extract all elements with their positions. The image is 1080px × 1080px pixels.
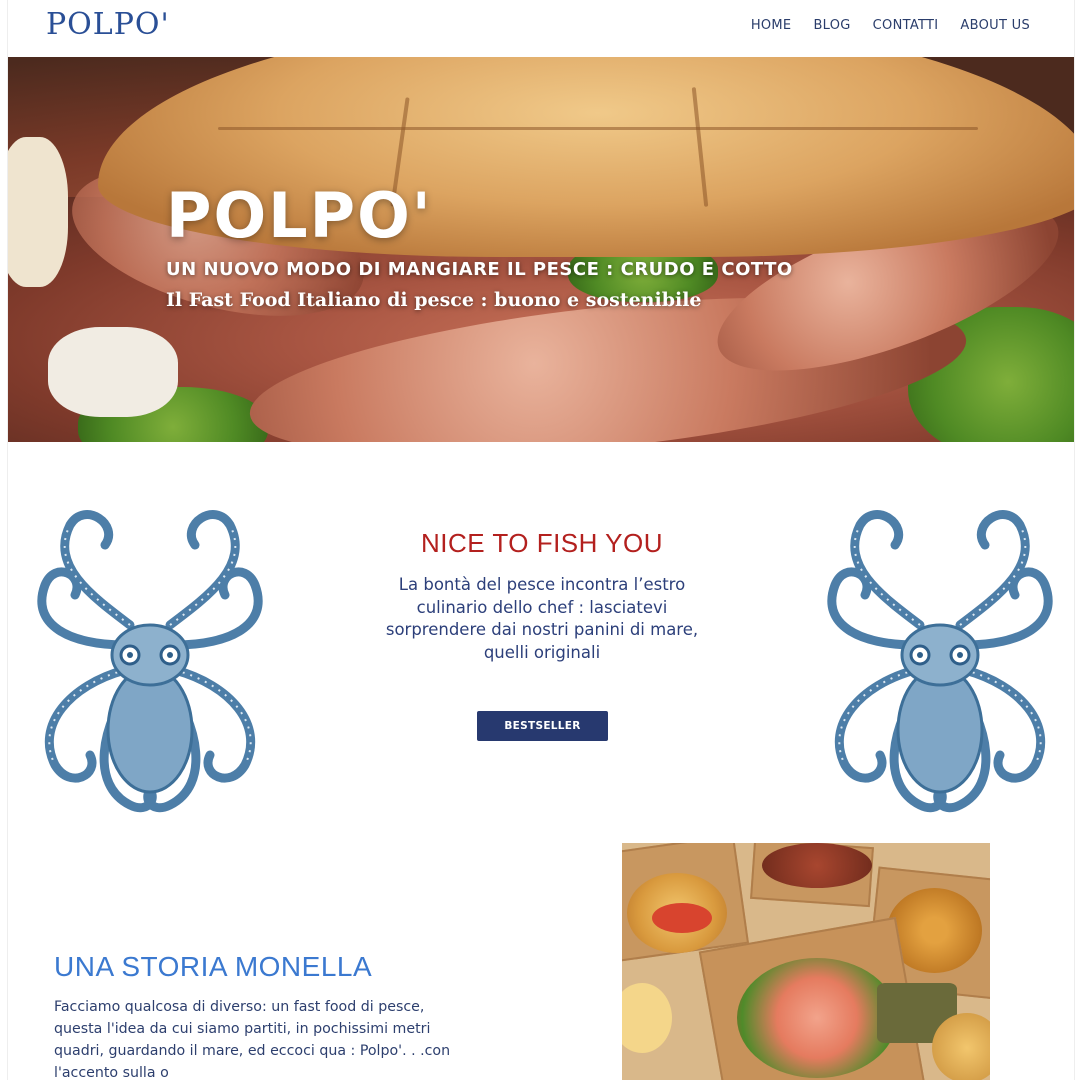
story-text: Facciamo qualcosa di diverso: un fast fo… <box>54 996 474 1080</box>
food-photo <box>622 843 990 1080</box>
octopus-illustration-icon <box>827 510 1053 812</box>
story-text-line: l'accento sulla o <box>54 1065 169 1080</box>
page-frame: POLPO' HOME BLOG CONTATTI ABOUT US POLPO… <box>7 0 1075 1080</box>
main-nav: HOME BLOG CONTATTI ABOUT US <box>751 18 1030 33</box>
story-text-line: questa l'idea da cui siamo partiti, in p… <box>54 1021 431 1037</box>
intro-title: NICE TO FISH YOU <box>420 528 664 558</box>
intro-text-line: La bontà del pesce incontra l’estro <box>398 575 686 594</box>
hero-image-cheese <box>8 137 68 287</box>
hero-image-cheese <box>48 327 178 417</box>
hero-subtitle: UN NUOVO MODO DI MANGIARE IL PESCE : CRU… <box>166 259 793 280</box>
hero-banner: POLPO' UN NUOVO MODO DI MANGIARE IL PESC… <box>8 57 1074 442</box>
intro-text-line: culinario dello chef : lasciatevi <box>416 597 668 617</box>
story-text-line: Facciamo qualcosa di diverso: un fast fo… <box>54 999 425 1015</box>
story-text-line: quadri, guardando il mare, ed eccoci qua… <box>54 1043 451 1059</box>
hero-title: POLPO' <box>166 179 433 252</box>
intro-text: La bontà del pesce incontra l’estro culi… <box>353 574 731 664</box>
nav-contatti[interactable]: CONTATTI <box>873 18 939 33</box>
nav-about-us[interactable]: ABOUT US <box>960 18 1030 33</box>
bestseller-button[interactable]: BESTSELLER <box>477 711 608 741</box>
nav-home[interactable]: HOME <box>751 18 792 33</box>
octopus-illustration-icon <box>37 510 263 812</box>
intro-text-line: sorprendere dai nostri panini di mare, <box>385 620 699 639</box>
hero-tagline: Il Fast Food Italiano di pesce : buono e… <box>166 289 702 311</box>
intro-text-line: quelli originali <box>483 642 601 662</box>
site-header: POLPO' HOME BLOG CONTATTI ABOUT US <box>8 0 1074 57</box>
story-title: UNA STORIA MONELLA <box>54 951 373 982</box>
nav-blog[interactable]: BLOG <box>813 18 850 33</box>
site-logo[interactable]: POLPO' <box>46 7 170 42</box>
